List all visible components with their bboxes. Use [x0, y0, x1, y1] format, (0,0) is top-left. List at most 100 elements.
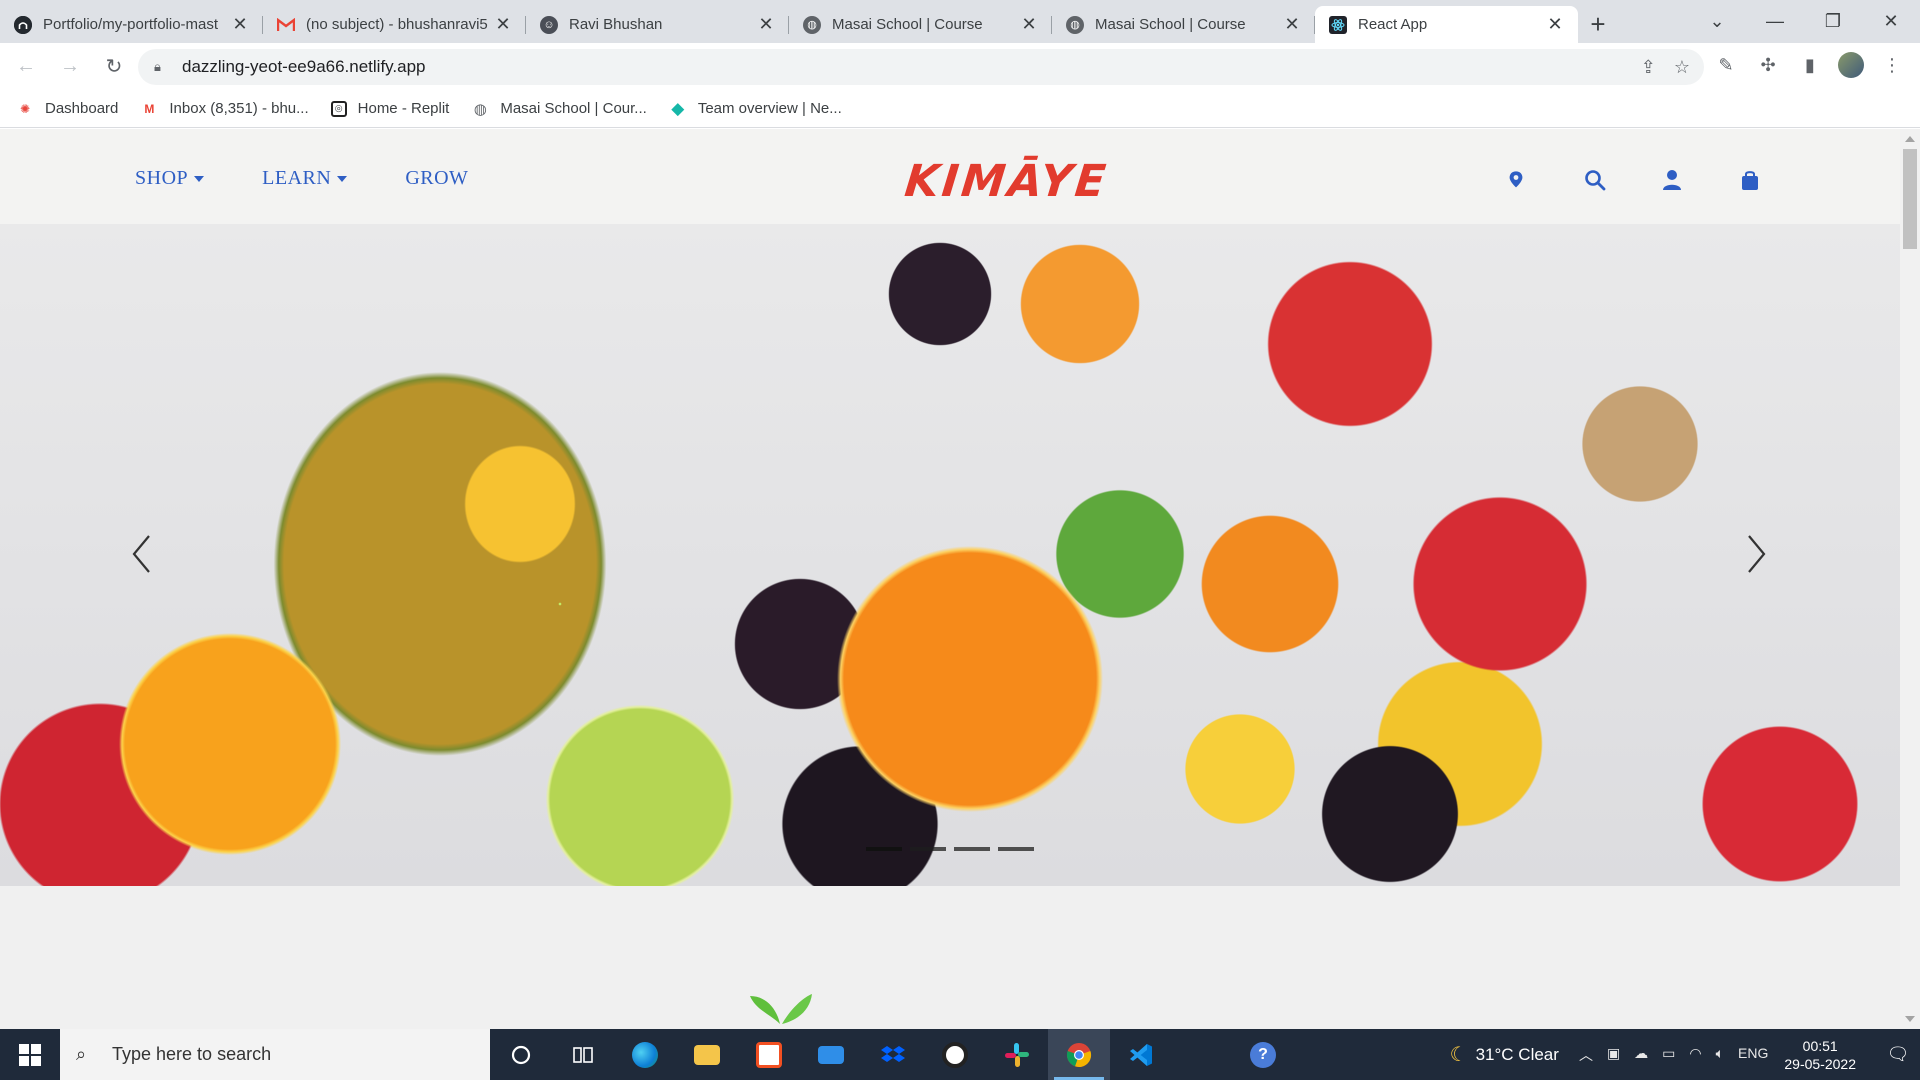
search-icon: ⌕	[76, 1044, 87, 1064]
onedrive-icon[interactable]: ☁	[1634, 1045, 1648, 1065]
moon-icon: ☾	[1449, 1044, 1468, 1066]
browser-tab[interactable]: ◍ Masai School | Course ✕	[789, 6, 1052, 43]
notification-icon[interactable]: 🗨︎	[1876, 1044, 1920, 1065]
help-icon[interactable]: ?	[1232, 1029, 1294, 1080]
language-indicator[interactable]: ENG	[1738, 1045, 1768, 1065]
carousel-indicator[interactable]	[954, 847, 990, 851]
globe-icon: ◍	[1066, 15, 1084, 34]
browser-tab[interactable]: (no subject) - bhushanravi5 ✕	[263, 6, 526, 43]
url-text[interactable]: dazzling-yeot-ee9a66.netlify.app	[182, 57, 426, 77]
task-view-icon[interactable]	[552, 1029, 614, 1080]
browser-tab[interactable]: Portfolio/my-portfolio-mast ✕	[0, 6, 263, 43]
tab-title: (no subject) - bhushanravi5	[306, 16, 488, 33]
scroll-up-icon[interactable]	[1905, 136, 1915, 142]
bookmark-replit[interactable]: ◎ Home - Replit	[330, 100, 449, 117]
bookmark-label: Inbox (8,351) - bhu...	[169, 100, 309, 117]
close-tab-icon[interactable]: ✕	[231, 14, 249, 35]
bookmark-masai[interactable]: ◍ Masai School | Cour...	[471, 100, 647, 118]
close-window-button[interactable]: ✕	[1862, 0, 1920, 43]
edge-icon[interactable]	[614, 1029, 676, 1080]
restore-button[interactable]: ❐	[1804, 0, 1862, 43]
close-tab-icon[interactable]: ✕	[494, 14, 512, 35]
weather-widget[interactable]: ☾ 31°C Clear	[1450, 1042, 1559, 1067]
leaf-sprout-icon	[750, 994, 812, 1024]
tab-title: Masai School | Course	[832, 16, 983, 33]
taskbar-search-input[interactable]: ⌕ Type here to search	[60, 1029, 490, 1080]
new-tab-button[interactable]: +	[1578, 6, 1618, 43]
chevron-up-icon[interactable]: ︿	[1579, 1045, 1593, 1065]
caret-down-icon	[337, 176, 348, 182]
github-desktop-icon[interactable]	[924, 1029, 986, 1080]
reload-icon[interactable]: ↻	[96, 49, 132, 85]
chrome-icon[interactable]	[1048, 1029, 1110, 1080]
carousel-indicator[interactable]	[910, 847, 946, 851]
volume-icon[interactable]: 🔈︎	[1716, 1045, 1724, 1065]
extensions-puzzle-icon[interactable]: ✣	[1754, 51, 1782, 79]
dashboard-icon: ✺	[19, 101, 31, 116]
cortana-icon[interactable]	[490, 1029, 552, 1080]
carousel-indicators	[866, 847, 1034, 851]
close-tab-icon[interactable]: ✕	[757, 14, 775, 35]
bookmark-netlify[interactable]: ◆ Team overview | Ne...	[669, 99, 842, 118]
wifi-icon[interactable]: ◠	[1689, 1045, 1701, 1065]
menu-grow-label: GROW	[405, 167, 469, 189]
site-header: SHOP LEARN GROW KIMĀYE	[0, 129, 1900, 224]
minimize-button[interactable]: —	[1746, 0, 1804, 43]
close-tab-icon[interactable]: ✕	[1546, 14, 1564, 35]
lock-icon[interactable]: 🔒︎	[154, 59, 168, 75]
close-tab-icon[interactable]: ✕	[1283, 14, 1301, 35]
profile-avatar[interactable]	[1838, 52, 1864, 78]
store-icon[interactable]	[738, 1029, 800, 1080]
carousel-prev-arrow[interactable]	[122, 524, 162, 584]
browser-toolbar: ← → ↻ 🔒︎ dazzling-yeot-ee9a66.netlify.ap…	[0, 43, 1920, 90]
location-pin-icon[interactable]	[1506, 169, 1526, 191]
menu-shop[interactable]: SHOP	[135, 167, 205, 190]
window-controls: ⌄ — ❐ ✕	[1688, 0, 1920, 43]
windows-start-icon[interactable]	[0, 1029, 60, 1080]
search-icon[interactable]	[1584, 169, 1606, 191]
bookmark-label: Masai School | Cour...	[500, 100, 647, 117]
side-panel-icon[interactable]: ▮	[1796, 51, 1824, 79]
menu-grow[interactable]: GROW	[405, 167, 468, 190]
browser-tab-active[interactable]: React App ✕	[1315, 6, 1578, 43]
clock[interactable]: 00:51 29-05-2022	[1784, 1037, 1856, 1073]
browser-tab[interactable]: ◍ Masai School | Course ✕	[1052, 6, 1315, 43]
extension-pen-icon[interactable]: ✎	[1712, 51, 1740, 79]
page-scrollbar[interactable]	[1900, 129, 1920, 1029]
taskbar-search-placeholder: Type here to search	[112, 1044, 272, 1064]
back-arrow-icon[interactable]: ←	[8, 49, 44, 85]
carousel-indicator[interactable]	[866, 847, 902, 851]
address-bar[interactable]: 🔒︎ dazzling-yeot-ee9a66.netlify.app ⇪ ☆	[138, 49, 1704, 85]
dropbox-icon[interactable]	[862, 1029, 924, 1080]
clock-date: 29-05-2022	[1784, 1055, 1856, 1072]
bookmark-inbox[interactable]: M Inbox (8,351) - bhu...	[140, 100, 308, 118]
forward-arrow-icon[interactable]: →	[52, 49, 88, 85]
user-icon[interactable]	[1662, 169, 1682, 191]
shopping-bag-icon[interactable]	[1740, 169, 1760, 191]
file-explorer-icon[interactable]	[676, 1029, 738, 1080]
bookmark-dashboard[interactable]: ✺ Dashboard	[16, 100, 118, 118]
github-icon	[14, 15, 32, 34]
menu-learn[interactable]: LEARN	[262, 167, 348, 190]
meet-now-icon[interactable]: ▣	[1607, 1045, 1620, 1065]
menu-shop-label: SHOP	[135, 167, 189, 189]
page-viewport: SHOP LEARN GROW KIMĀYE	[0, 129, 1900, 1029]
browser-tab[interactable]: ☺ Ravi Bhushan ✕	[526, 6, 789, 43]
site-logo[interactable]: KIMĀYE	[902, 156, 1111, 207]
browser-menu-icon[interactable]: ⋮	[1878, 51, 1906, 79]
scroll-down-icon[interactable]	[1905, 1016, 1915, 1022]
battery-icon[interactable]: ▭	[1662, 1045, 1675, 1065]
globe-icon: ◍	[803, 15, 821, 34]
share-icon[interactable]: ⇪	[1641, 57, 1656, 78]
slack-icon[interactable]	[986, 1029, 1048, 1080]
close-tab-icon[interactable]: ✕	[1020, 14, 1038, 35]
carousel-next-arrow[interactable]	[1736, 524, 1776, 584]
carousel-indicator[interactable]	[998, 847, 1034, 851]
system-tray: ☾ 31°C Clear ︿ ▣ ☁ ▭ ◠ 🔈︎ ENG 00:51 29-0…	[1450, 1029, 1920, 1080]
gmail-icon	[277, 16, 295, 34]
mail-icon[interactable]	[800, 1029, 862, 1080]
scrollbar-thumb[interactable]	[1903, 149, 1917, 249]
vscode-icon[interactable]	[1110, 1029, 1172, 1080]
bookmark-star-icon[interactable]: ☆	[1674, 57, 1690, 78]
tab-search-icon[interactable]: ⌄	[1688, 0, 1746, 43]
